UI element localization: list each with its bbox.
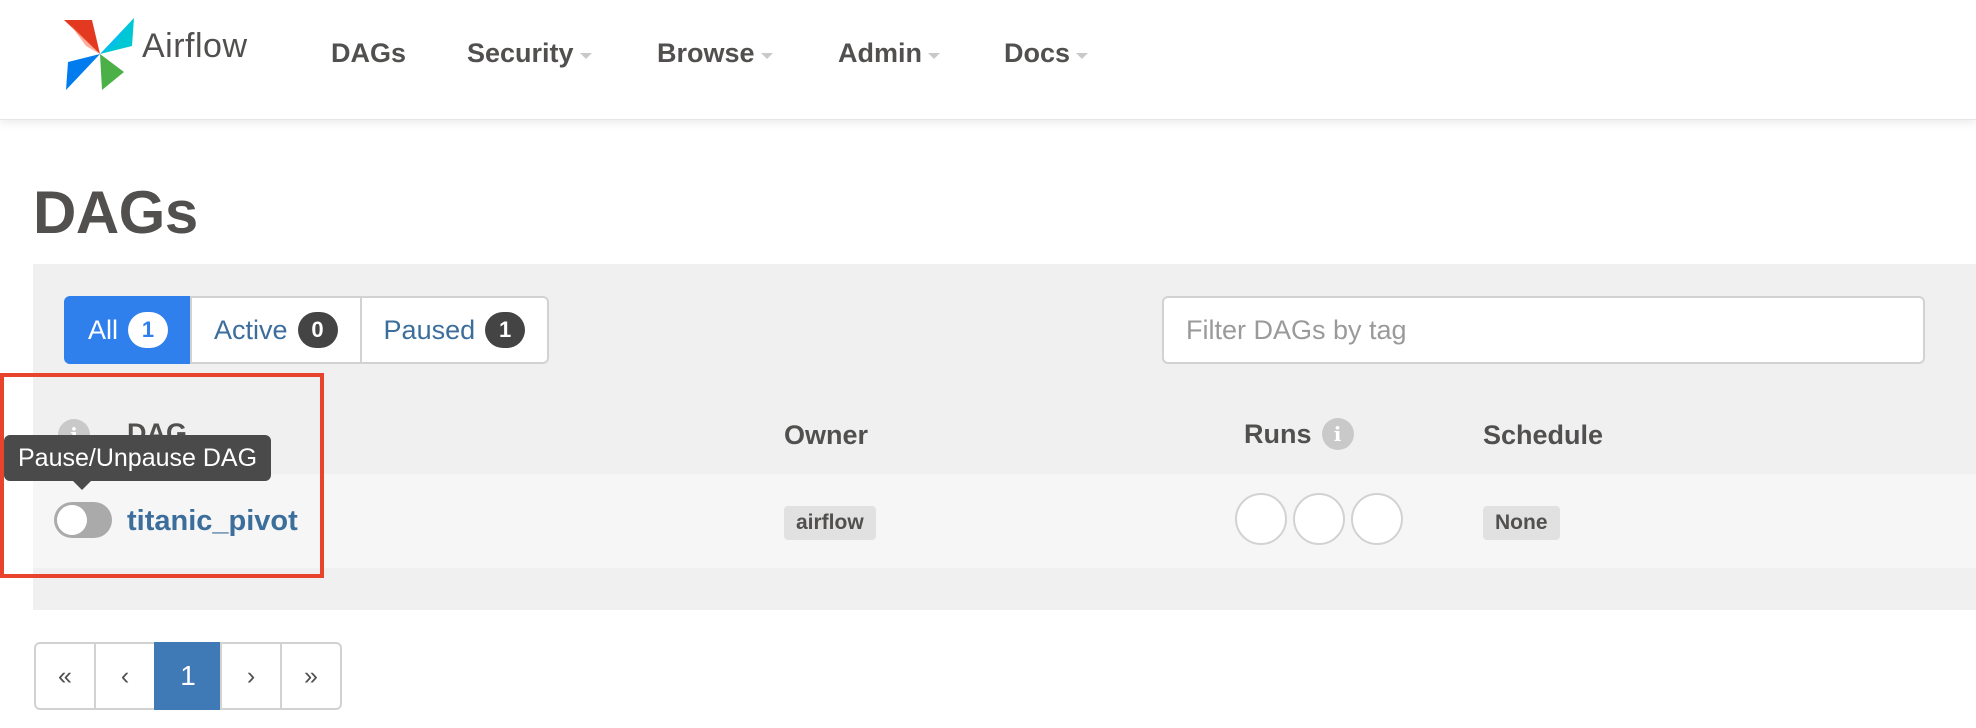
filter-all-button[interactable]: All 1	[64, 296, 193, 364]
tooltip-arrow	[73, 481, 91, 490]
filter-all-label: All	[88, 314, 119, 345]
header-schedule[interactable]: Schedule	[1483, 420, 1603, 451]
schedule-badge: None	[1483, 506, 1560, 540]
runs-info-icon[interactable]: i	[1321, 418, 1354, 450]
nav-security[interactable]: Security	[467, 38, 592, 69]
pagination-page-1[interactable]: 1	[154, 642, 222, 710]
pagination: « ‹ 1 › »	[34, 642, 342, 710]
airflow-logo-icon	[64, 18, 134, 90]
caret-down-icon	[928, 52, 940, 59]
pause-toggle[interactable]	[54, 502, 112, 538]
nav-security-label: Security	[467, 38, 574, 68]
nav-admin-label: Admin	[838, 38, 922, 68]
toggle-knob	[57, 505, 87, 535]
tooltip: Pause/Unpause DAG	[4, 435, 272, 481]
filter-active-label: Active	[214, 314, 288, 345]
caret-down-icon	[760, 52, 773, 59]
status-filter: All 1 Active 0 Paused 1	[64, 296, 550, 364]
brand-name: Airflow	[142, 26, 248, 65]
pagination-prev-button[interactable]: ‹	[94, 642, 156, 710]
pagination-last-button[interactable]: »	[280, 642, 342, 710]
header-owner[interactable]: Owner	[784, 420, 868, 451]
pagination-first-button[interactable]: «	[34, 642, 96, 710]
run-state-circle[interactable]	[1293, 493, 1345, 545]
tag-filter-input[interactable]	[1162, 296, 1925, 364]
nav-dags-label: DAGs	[331, 38, 407, 68]
pagination-next-button[interactable]: ›	[220, 642, 282, 710]
caret-down-icon	[1076, 52, 1089, 59]
filter-paused-count: 1	[485, 312, 526, 348]
nav-browse[interactable]: Browse	[657, 38, 773, 69]
nav-admin[interactable]: Admin	[838, 38, 940, 69]
run-state-circle[interactable]	[1235, 493, 1287, 545]
filter-all-count: 1	[128, 312, 169, 348]
header-runs: Runs i	[1244, 418, 1354, 450]
owner-badge: airflow	[784, 506, 876, 540]
filter-paused-button[interactable]: Paused 1	[359, 296, 550, 364]
brand[interactable]: Airflow	[62, 16, 248, 92]
nav-browse-label: Browse	[657, 38, 755, 68]
nav-docs-label: Docs	[1004, 38, 1071, 68]
nav-docs[interactable]: Docs	[1004, 38, 1089, 69]
run-state-circle[interactable]	[1351, 493, 1403, 545]
page-title: DAGs	[33, 179, 198, 246]
caret-down-icon	[579, 52, 592, 59]
dag-id-link[interactable]: titanic_pivot	[127, 505, 298, 538]
nav-dags[interactable]: DAGs	[331, 38, 406, 69]
filter-active-button[interactable]: Active 0	[190, 296, 362, 364]
filter-active-count: 0	[297, 312, 338, 348]
header-runs-label: Runs	[1244, 418, 1312, 449]
top-navbar: Airflow DAGs Security Browse Admin Docs	[0, 0, 1976, 120]
filter-paused-label: Paused	[383, 314, 476, 345]
table-row	[33, 474, 1976, 568]
